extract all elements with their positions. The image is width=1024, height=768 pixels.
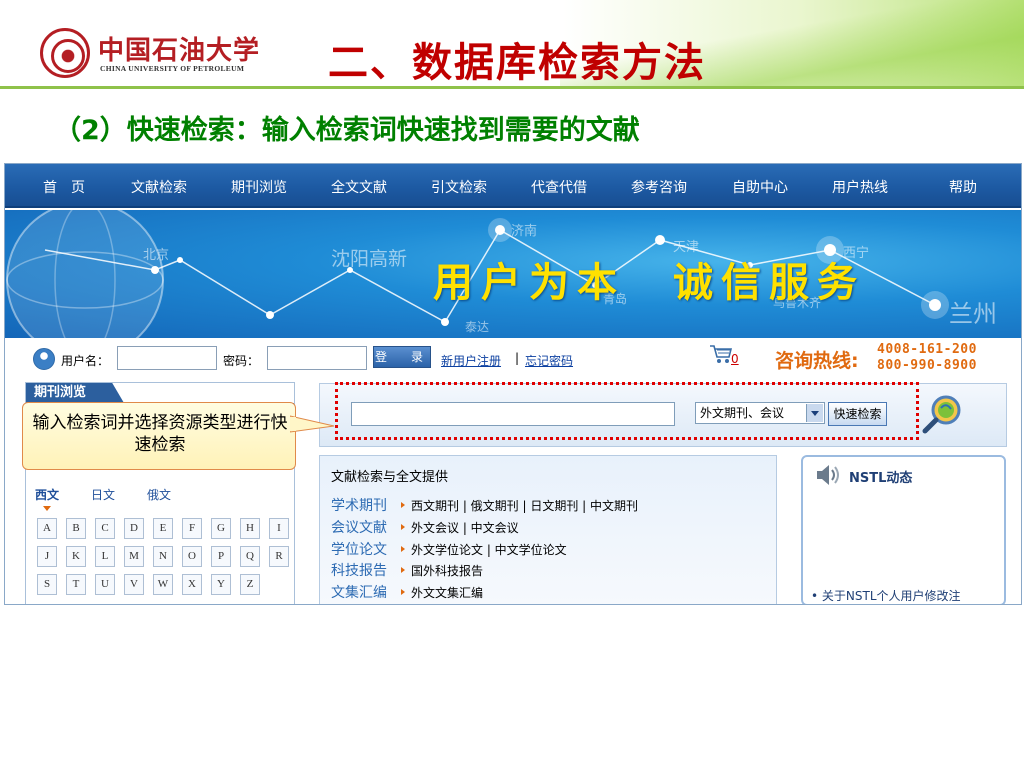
callout-text: 输入检索词并选择资源类型进行快速检索 xyxy=(32,413,288,455)
slide-subtitle: （2）快速检索：输入检索词快速找到需要的文献 xyxy=(54,115,640,146)
cart-count[interactable]: 0 xyxy=(731,352,739,366)
letter-button[interactable]: R xyxy=(269,546,289,567)
bullet-icon xyxy=(401,589,405,595)
hotline-label: 咨询热线: xyxy=(775,350,859,372)
nav-item-literature-search[interactable]: 文献检索 xyxy=(131,177,187,197)
lang-tab-western[interactable]: 西文 xyxy=(35,486,59,503)
nav-item-document-delivery[interactable]: 代查代借 xyxy=(531,177,587,197)
literature-panel-title: 文献检索与全文提供 xyxy=(331,470,449,485)
letter-button[interactable]: E xyxy=(153,518,173,539)
password-input[interactable] xyxy=(267,346,367,370)
letter-button[interactable]: I xyxy=(269,518,289,539)
active-tab-arrow-icon xyxy=(43,506,51,511)
nav-item-reference-consult[interactable]: 参考咨询 xyxy=(631,177,687,197)
letter-button[interactable]: O xyxy=(182,546,202,567)
category-proceedings[interactable]: 文集汇编 xyxy=(331,582,387,602)
nav-item-journal-browse[interactable]: 期刊浏览 xyxy=(231,177,287,197)
username-input[interactable] xyxy=(117,346,217,370)
slide-title: 二、数据库检索方法 xyxy=(328,40,706,86)
nav-bar: 首 页 文献检索 期刊浏览 全文文献 引文检索 代查代借 参考咨询 自助中心 用… xyxy=(5,164,1021,208)
letter-button[interactable]: C xyxy=(95,518,115,539)
banner-slogan: 用户为本 诚信服务 xyxy=(433,260,865,306)
register-link[interactable]: 新用户注册 xyxy=(441,352,501,369)
link-separator: | xyxy=(515,351,520,365)
category-links[interactable]: 西文期刊 | 俄文期刊 | 日文期刊 | 中文期刊 xyxy=(411,497,638,514)
city-label: 泰达 xyxy=(465,320,490,334)
login-bar: 用户名： 密码： 登 录 新用户注册 | 忘记密码 0 咨询热线: 4008-1… xyxy=(5,338,1021,380)
category-conference-papers[interactable]: 会议文献 xyxy=(331,517,387,537)
login-button[interactable]: 登 录 xyxy=(373,346,431,368)
logo-chinese-name: 中国石油大学 xyxy=(98,36,261,66)
banner: 北京 沈阳高新 济南 天津 西宁 青岛 泰达 乌鲁木齐 兰州 用户为本 诚信服务 xyxy=(5,210,1021,338)
magnifier-icon[interactable] xyxy=(921,394,963,434)
logo-english-name: CHINA UNIVERSITY OF PETROLEUM xyxy=(100,64,245,73)
bullet-icon xyxy=(401,546,405,552)
bullet-icon xyxy=(401,524,405,530)
cart-icon[interactable] xyxy=(709,344,733,364)
category-links[interactable]: 外文会议 | 中文会议 xyxy=(411,519,519,536)
lang-tab-russian[interactable]: 俄文 xyxy=(147,486,171,503)
letter-button[interactable]: X xyxy=(182,574,202,595)
letter-button[interactable]: W xyxy=(153,574,173,595)
speaker-icon xyxy=(817,465,839,485)
password-label: 密码： xyxy=(223,354,260,368)
user-icon xyxy=(33,348,55,370)
nav-item-user-hotline[interactable]: 用户热线 xyxy=(832,177,888,197)
slide: 中国石油大学 CHINA UNIVERSITY OF PETROLEUM 二、数… xyxy=(0,0,1024,768)
letter-button[interactable]: Q xyxy=(240,546,260,567)
letter-button[interactable]: K xyxy=(66,546,86,567)
letter-button[interactable]: A xyxy=(37,518,57,539)
category-links[interactable]: 外文文集汇编 xyxy=(411,584,483,601)
category-dissertations[interactable]: 学位论文 xyxy=(331,539,387,559)
category-academic-journals[interactable]: 学术期刊 xyxy=(331,495,387,515)
letter-button[interactable]: H xyxy=(240,518,260,539)
letter-button[interactable]: J xyxy=(37,546,57,567)
city-label: 北京 xyxy=(143,248,170,263)
nstl-news-item[interactable]: • 关于NSTL个人用户修改注 xyxy=(811,587,961,604)
hotline-number: 800-990-8900 xyxy=(877,358,977,373)
nav-item-self-service[interactable]: 自助中心 xyxy=(732,177,788,197)
hotline-number: 4008-161-200 xyxy=(877,342,977,357)
letter-button[interactable]: T xyxy=(66,574,86,595)
letter-button[interactable]: G xyxy=(211,518,231,539)
letter-button[interactable]: F xyxy=(182,518,202,539)
category-tech-reports[interactable]: 科技报告 xyxy=(331,560,387,580)
bullet-icon xyxy=(401,502,405,508)
letter-button[interactable]: D xyxy=(124,518,144,539)
letter-button[interactable]: S xyxy=(37,574,57,595)
city-label: 兰州 xyxy=(949,300,997,328)
nav-item-citation-search[interactable]: 引文检索 xyxy=(431,177,487,197)
letter-button[interactable]: U xyxy=(95,574,115,595)
letter-button[interactable]: V xyxy=(124,574,144,595)
letter-button[interactable]: Y xyxy=(211,574,231,595)
nstl-panel-title: NSTL动态 xyxy=(849,471,913,486)
category-links[interactable]: 外文学位论文 | 中文学位论文 xyxy=(411,541,567,558)
university-seal-icon xyxy=(40,28,90,78)
letter-button[interactable]: M xyxy=(124,546,144,567)
username-label: 用户名： xyxy=(61,354,110,368)
city-label: 沈阳高新 xyxy=(331,248,408,270)
lang-tab-japanese[interactable]: 日文 xyxy=(91,486,115,503)
forgot-password-link[interactable]: 忘记密码 xyxy=(525,352,573,369)
bullet-icon xyxy=(401,567,405,573)
letter-button[interactable]: L xyxy=(95,546,115,567)
city-label: 济南 xyxy=(511,224,538,239)
website-screenshot: 首 页 文献检索 期刊浏览 全文文献 引文检索 代查代借 参考咨询 自助中心 用… xyxy=(4,163,1022,605)
nav-item-home[interactable]: 首 页 xyxy=(43,177,85,197)
journal-browse-tab[interactable]: 期刊浏览 xyxy=(26,383,124,403)
nav-item-help[interactable]: 帮助 xyxy=(949,177,977,197)
category-links[interactable]: 国外科技报告 xyxy=(411,562,483,579)
callout-pointer xyxy=(290,415,335,433)
university-logo: 中国石油大学 CHINA UNIVERSITY OF PETROLEUM xyxy=(40,28,259,80)
search-highlight-box xyxy=(335,382,919,440)
letter-button[interactable]: P xyxy=(211,546,231,567)
letter-button[interactable]: B xyxy=(66,518,86,539)
letter-button[interactable]: N xyxy=(153,546,173,567)
nav-item-fulltext[interactable]: 全文文献 xyxy=(331,177,387,197)
letter-button[interactable]: Z xyxy=(240,574,260,595)
